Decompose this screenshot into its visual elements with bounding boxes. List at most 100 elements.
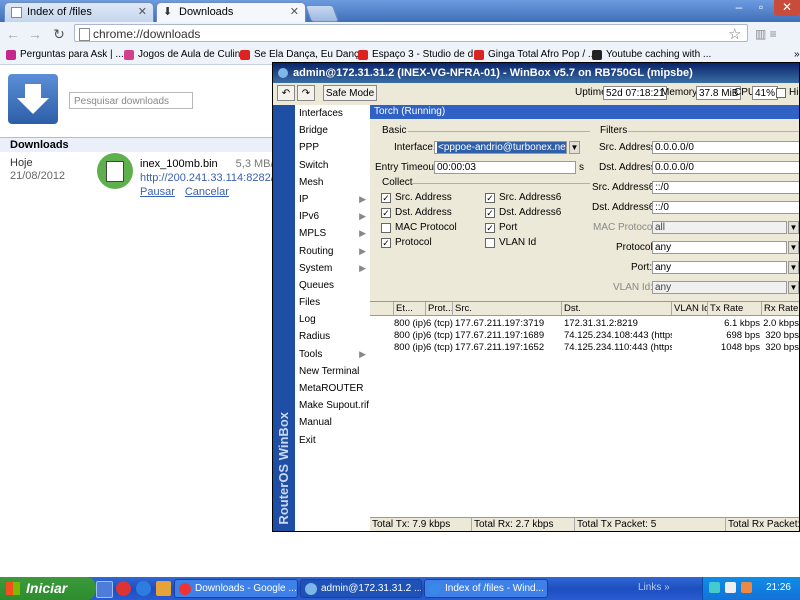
windows-taskbar: Iniciar Downloads - Google ... admin@172… (0, 577, 800, 600)
dropdown-arrow-icon[interactable]: ▼ (788, 241, 799, 254)
tab-index-of-files[interactable]: Index of /files ✕ (4, 2, 154, 22)
winbox-side-banner: RouterOS WinBox (273, 105, 295, 531)
close-window-icon[interactable]: ✕ (774, 0, 800, 16)
task-chrome-downloads[interactable]: Downloads - Google ... (174, 579, 298, 598)
menu-item-routing[interactable]: Routing ▶ (295, 243, 370, 260)
mac-protocol-label: MAC Protocol (395, 222, 457, 233)
bookmark-item[interactable]: Espaço 3 - Studio de d... (358, 48, 482, 62)
security-icon[interactable] (741, 582, 752, 593)
filter-protocol-select[interactable]: any (652, 241, 787, 254)
dst-address6-label: Dst. Address6 (499, 207, 562, 218)
search-downloads-input[interactable]: Pesquisar downloads (69, 92, 193, 109)
menu-item-system[interactable]: System ▶ (295, 260, 370, 277)
mac-protocol-checkbox[interactable] (381, 223, 391, 233)
undo-icon[interactable]: ↶ (277, 85, 295, 101)
network-icon[interactable] (709, 582, 720, 593)
dst-address6-checkbox[interactable]: ✓ (485, 208, 495, 218)
links-toolbar[interactable]: Links » (638, 582, 670, 593)
submenu-arrow-icon: ▶ (359, 193, 366, 204)
menu-item-ipv6[interactable]: IPv6 ▶ (295, 208, 370, 225)
start-button[interactable]: Iniciar (0, 577, 96, 600)
back-icon[interactable]: ← (4, 25, 22, 43)
column-header-rx-rate[interactable]: Rx Rate (762, 302, 799, 316)
src-address-checkbox[interactable]: ✓ (381, 193, 391, 203)
menu-item-metarouter[interactable]: MetaROUTER (295, 380, 370, 397)
download-filename[interactable]: inex_100mb.bin (140, 158, 218, 170)
column-header-tx-rate[interactable]: Tx Rate (708, 302, 762, 316)
task-winbox[interactable]: admin@172.31.31.2 ... (300, 579, 422, 598)
menu-item-switch[interactable]: Switch (295, 157, 370, 174)
filter-src-address-input[interactable]: 0.0.0.0/0 (652, 141, 799, 154)
menu-item-exit[interactable]: Exit (295, 432, 370, 449)
hide-passwords-checkbox[interactable] (776, 88, 786, 98)
vlan-id-checkbox[interactable] (485, 238, 495, 248)
column-header-src[interactable]: Src. (453, 302, 562, 316)
close-tab-icon[interactable]: ✕ (138, 3, 147, 22)
winbox-titlebar[interactable]: admin@172.31.31.2 (INEX-VG-NFRA-01) - Wi… (273, 63, 799, 83)
bookmark-item[interactable]: Youtube caching with ... (592, 48, 711, 62)
dropdown-arrow-icon[interactable]: ▼ (788, 261, 799, 274)
filter-dst-address-input[interactable]: 0.0.0.0/0 (652, 161, 799, 174)
clock[interactable]: 21:26 (766, 582, 791, 593)
safe-mode-button[interactable]: Safe Mode (323, 85, 377, 101)
bookmark-star-icon[interactable]: ☆ (728, 25, 741, 43)
filter-dst-address6-input[interactable]: ::/0 (652, 201, 799, 214)
filter-port-select[interactable]: any (652, 261, 787, 274)
menu-item-radius[interactable]: Radius (295, 328, 370, 345)
menu-item-log[interactable]: Log (295, 311, 370, 328)
dropdown-arrow-icon[interactable]: ▼ (569, 141, 580, 154)
chrome-quicklaunch-icon[interactable] (116, 581, 131, 596)
volume-icon[interactable] (725, 582, 736, 593)
column-header-eth[interactable]: Et... (394, 302, 426, 316)
ie-quicklaunch-icon[interactable] (136, 581, 151, 596)
menu-item-tools[interactable]: Tools ▶ (295, 346, 370, 363)
torch-title[interactable]: Torch (Running) (370, 105, 799, 119)
menu-item-files[interactable]: Files (295, 294, 370, 311)
menu-item-queues[interactable]: Queues (295, 277, 370, 294)
menu-item-interfaces[interactable]: Interfaces (295, 105, 370, 122)
entry-timeout-input[interactable]: 00:00:03 (434, 161, 576, 174)
minimize-icon[interactable]: – (728, 0, 750, 16)
cancel-link[interactable]: Cancelar (185, 186, 229, 198)
menu-item-mpls[interactable]: MPLS ▶ (295, 225, 370, 242)
menu-item-manual[interactable]: Manual (295, 414, 370, 431)
extension-icons[interactable]: ▥ ≡ (755, 27, 777, 41)
bookmark-item[interactable]: Ginga Total Afro Pop / ... (474, 48, 596, 62)
close-tab-icon[interactable]: ✕ (290, 3, 299, 22)
menu-item-ip[interactable]: IP ▶ (295, 191, 370, 208)
column-header-protocol[interactable]: Prot... (426, 302, 453, 316)
protocol-checkbox[interactable]: ✓ (381, 238, 391, 248)
port-checkbox[interactable]: ✓ (485, 223, 495, 233)
dropdown-arrow-icon[interactable]: ▼ (788, 281, 799, 294)
menu-item-mesh[interactable]: Mesh (295, 174, 370, 191)
show-desktop-icon[interactable] (96, 581, 113, 598)
filter-src-address6-input[interactable]: ::/0 (652, 181, 799, 194)
redo-icon[interactable]: ↷ (297, 85, 315, 101)
filter-vlan-id-select[interactable]: any (652, 281, 787, 294)
filter-mac-protocol-select[interactable]: all (652, 221, 787, 234)
new-tab-button[interactable] (304, 5, 340, 22)
address-bar[interactable]: chrome://downloads (74, 24, 748, 42)
maximize-icon[interactable]: ▫ (750, 0, 772, 16)
forward-icon[interactable]: → (26, 25, 44, 43)
interface-select[interactable]: <pppoe-andrio@turbonex.net.br> (434, 141, 567, 154)
media-quicklaunch-icon[interactable] (156, 581, 171, 596)
column-header-dst[interactable]: Dst. (562, 302, 672, 316)
src-address6-checkbox[interactable]: ✓ (485, 193, 495, 203)
bookmark-item[interactable]: Perguntas para Ask | ... (6, 48, 124, 62)
task-ie-index-of-files[interactable]: Index of /files - Wind... (424, 579, 548, 598)
bookmark-item[interactable]: Jogos de Aula de Culin... (124, 48, 249, 62)
reload-icon[interactable]: ↻ (50, 25, 68, 43)
pause-link[interactable]: Pausar (140, 186, 175, 198)
column-header-vlan-id[interactable]: VLAN Id (672, 302, 708, 316)
dropdown-arrow-icon[interactable]: ▼ (788, 221, 799, 234)
menu-item-ppp[interactable]: PPP (295, 139, 370, 156)
tab-downloads[interactable]: ⬇ Downloads ✕ (156, 2, 306, 22)
bookmark-item[interactable]: Se Ela Dança, Eu Danç... (240, 48, 367, 62)
other-bookmarks-icon[interactable]: » (780, 48, 800, 62)
bookmark-favicon-icon (6, 50, 16, 60)
menu-item-bridge[interactable]: Bridge (295, 122, 370, 139)
menu-item-make-supout[interactable]: Make Supout.rif (295, 397, 370, 414)
menu-item-new-terminal[interactable]: New Terminal (295, 363, 370, 380)
dst-address-checkbox[interactable]: ✓ (381, 208, 391, 218)
